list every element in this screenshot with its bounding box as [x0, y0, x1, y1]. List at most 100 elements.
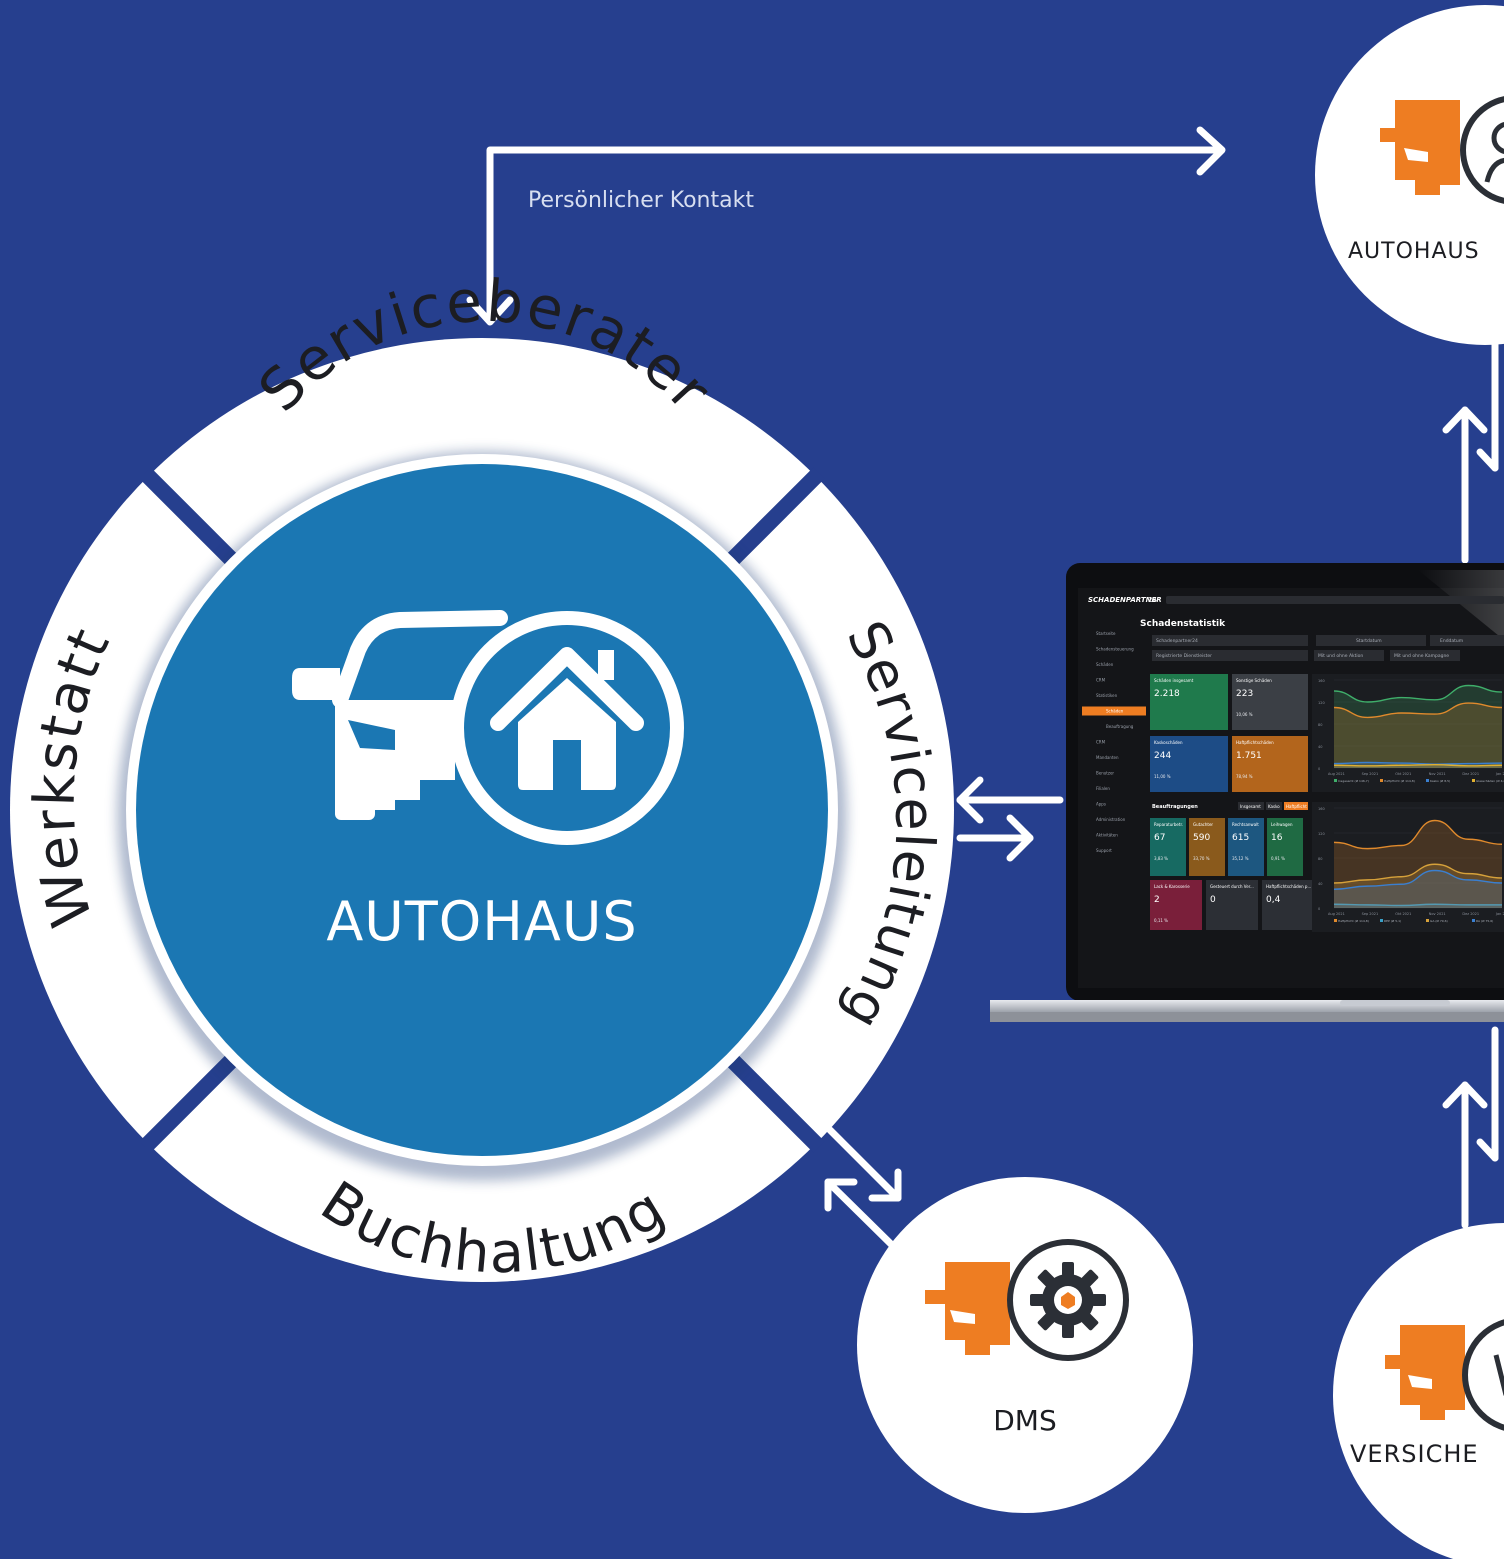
chart-legend-item: Haftpflicht (Ø 114,8)	[1384, 778, 1415, 783]
stat-card-value: 2.218	[1154, 689, 1180, 699]
autohaus-ring	[10, 338, 954, 1282]
chart-y-tick: 160	[1318, 679, 1325, 683]
chart-x-tick: Sep 2021	[1362, 912, 1379, 916]
sidebar-item[interactable]: Startseite	[1096, 631, 1116, 636]
contact-label: Persönlicher Kontakt	[528, 188, 754, 213]
stat-card-label: Leihwagen	[1271, 822, 1293, 827]
chart-y-tick: 40	[1318, 882, 1322, 886]
node-dms: DMS	[857, 1177, 1193, 1513]
tab-label: Kasko	[1268, 804, 1280, 809]
stat-card-label: Gesteuert durch Ver...	[1210, 884, 1254, 889]
stat-card-pct: 78,94 %	[1236, 774, 1253, 779]
sidebar-item[interactable]: Statistiken	[1096, 693, 1118, 698]
stat-card-value: 0	[1210, 895, 1216, 905]
stat-card-label: Sonstige Schäden	[1236, 678, 1272, 683]
chart-x-tick: Dez 2021	[1462, 772, 1479, 776]
stat-card-pct: 35,12 %	[1232, 856, 1249, 861]
chart-legend-swatch	[1380, 919, 1383, 922]
node-autohaus-customer-label: AUTOHAUS	[1348, 239, 1480, 264]
sidebar-item[interactable]: Filialen	[1096, 786, 1110, 791]
sidebar-item[interactable]: Beauftragung	[1106, 724, 1134, 729]
node-versicherung: VERSICHE	[1333, 1223, 1504, 1559]
laptop-brand-badge: 24	[1148, 596, 1157, 604]
chart-legend-swatch	[1380, 779, 1383, 782]
laptop-page-title: Schadenstatistik	[1140, 619, 1226, 629]
stat-card-value: 1.751	[1236, 751, 1262, 761]
chart-x-tick: Nov 2021	[1429, 912, 1446, 916]
filter-kampagne-text: Mit und ohne Kampagne	[1394, 653, 1449, 659]
tab-label: Haftpflicht	[1286, 804, 1307, 809]
stat-card-pct: 11,00 %	[1154, 774, 1171, 779]
stat-card-pct: 33,70 %	[1193, 856, 1210, 861]
chart-x-tick: Okt 2021	[1395, 772, 1411, 776]
filter-startdatum-text: Startdatum	[1356, 638, 1382, 644]
chart-legend-item: Haftpflicht (Ø 114,8)	[1338, 918, 1369, 923]
stat-card-value: 16	[1271, 833, 1283, 843]
stat-card-label: Schäden insgesamt	[1154, 678, 1194, 683]
chart-x-tick: Jan 2022	[1495, 912, 1504, 916]
laptop: SCHADENPARTNER 24 Schadenstatistik Schad…	[990, 563, 1504, 1022]
filter-aktion-text: Mit und ohne Aktion	[1318, 653, 1363, 659]
sidebar-item[interactable]: Schäden	[1106, 709, 1124, 714]
diagram-canvas: Persönlicher Kontakt Serviceberater Serv…	[10, 5, 1504, 1559]
filter-dienstleister-text: Registrierte Dienstleister	[1156, 653, 1212, 659]
stat-card-value: 244	[1154, 751, 1171, 761]
chart-legend-item: GA (Ø 79,6)	[1430, 918, 1448, 923]
chart-legend-item: Glasschäden (Ø 4,8)	[1476, 778, 1504, 783]
stat-card-label: Lack & Karosserie	[1154, 884, 1190, 889]
chart-x-tick: Aug 2021	[1328, 772, 1345, 776]
sidebar-item[interactable]: CRM	[1096, 678, 1106, 683]
car-house-icon	[292, 610, 684, 845]
stat-card-label: Gutachter	[1193, 822, 1213, 827]
chart-legend-item: Kasko (Ø 8,5)	[1430, 778, 1450, 783]
sidebar-item[interactable]: Administration	[1096, 817, 1126, 822]
stat-card-value: 615	[1232, 833, 1249, 843]
lower-vertical-arrows	[1442, 1026, 1499, 1229]
stat-card-value: 223	[1236, 689, 1253, 699]
beauftragungen-title: Beauftragungen	[1152, 804, 1198, 810]
stat-card-pct: 0,11 %	[1154, 918, 1168, 923]
tab-label: Insgesamt	[1240, 804, 1261, 809]
chart-legend-item: REP (Ø 5,1)	[1384, 918, 1401, 923]
chart-y-tick: 120	[1318, 701, 1325, 705]
chart-legend-swatch	[1426, 779, 1429, 782]
node-autohaus-customer: AUTOHAUS	[1315, 5, 1504, 345]
chart-y-tick: 0	[1318, 907, 1320, 911]
stat-card-label: Kaskoschäden	[1154, 740, 1183, 745]
beauftragungen-tabs: Insgesamt Kasko Haftpflicht	[1238, 802, 1308, 810]
chart-legend-item: Insgesamt (Ø 146,7)	[1338, 778, 1369, 783]
chart-legend-swatch	[1334, 779, 1337, 782]
stat-card-pct: 0,91 %	[1271, 856, 1285, 861]
chart-y-tick: 80	[1318, 857, 1322, 861]
laptop-autohaus-arrows	[956, 776, 1064, 862]
node-dms-label: DMS	[993, 1404, 1057, 1437]
chart-x-tick: Sep 2021	[1362, 772, 1379, 776]
chart-y-tick: 0	[1318, 767, 1320, 771]
stat-card-pct: 10,06 %	[1236, 712, 1253, 717]
chart-legend-swatch	[1334, 919, 1337, 922]
stat-card-value: 590	[1193, 833, 1210, 843]
stat-card-value: 2	[1154, 895, 1160, 905]
laptop-charts: 160 120 80 40 0 Aug 2021 Sep 2021 Okt 2021 Nov 2…	[1312, 674, 1504, 932]
sidebar-item[interactable]: Benutzer	[1096, 771, 1114, 776]
sidebar-item[interactable]: CRM	[1096, 740, 1106, 745]
filter-mandant-text: Schadenpartner24	[1156, 638, 1198, 644]
chart-x-tick: Jan 2022	[1495, 772, 1504, 776]
sidebar-item[interactable]: Schadensteuerung	[1096, 647, 1134, 652]
stat-card-label: Haftpflichtschäden p...	[1266, 884, 1311, 889]
sidebar-item[interactable]: Support	[1096, 848, 1112, 853]
chart-legend-swatch	[1472, 779, 1475, 782]
chart-y-tick: 40	[1318, 745, 1322, 749]
sidebar-item[interactable]: Apps	[1096, 802, 1106, 807]
stat-card-value: 67	[1154, 833, 1165, 843]
chart-x-tick: Okt 2021	[1395, 912, 1411, 916]
chart-y-tick: 160	[1318, 807, 1325, 811]
chart-y-tick: 120	[1318, 832, 1325, 836]
stat-card-value: 0,4	[1266, 895, 1281, 905]
sidebar-item[interactable]: Mandanten	[1096, 755, 1119, 760]
chart-x-tick: Aug 2021	[1328, 912, 1345, 916]
laptop-search-bar[interactable]	[1166, 596, 1504, 604]
sidebar-item[interactable]: Schäden	[1096, 662, 1114, 667]
sidebar-item[interactable]: Aktivitäten	[1096, 833, 1118, 838]
stat-card-label: Reparaturbetr.	[1154, 822, 1183, 827]
